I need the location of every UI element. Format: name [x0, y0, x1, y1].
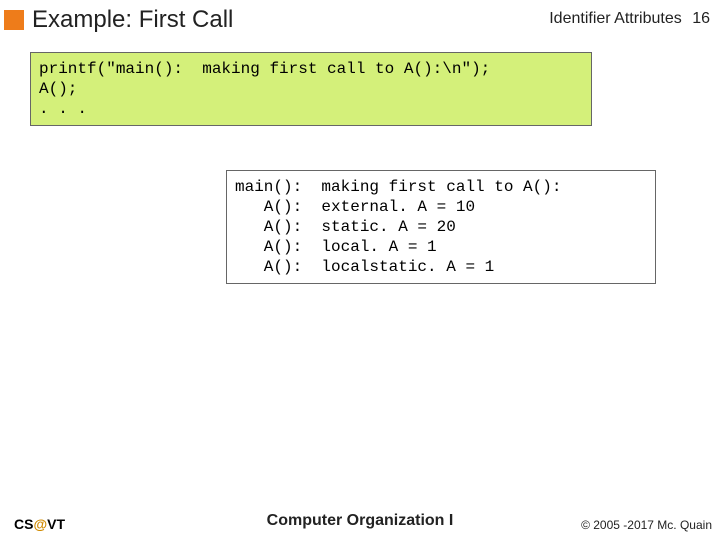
slide-title: Example: First Call [32, 6, 233, 34]
accent-square-icon [4, 10, 24, 30]
header-topic: Identifier Attributes 16 [549, 10, 710, 28]
output-block: main(): making first call to A(): A(): e… [226, 170, 656, 284]
topic-label: Identifier Attributes [549, 10, 682, 27]
slide: Example: First Call Identifier Attribute… [0, 0, 720, 540]
slide-footer: CS@VT Computer Organization I © 2005 -20… [0, 512, 720, 532]
slide-number: 16 [692, 10, 710, 27]
footer-right: © 2005 -2017 Mc. Quain [581, 518, 712, 532]
code-block: printf("main(): making first call to A()… [30, 52, 592, 126]
